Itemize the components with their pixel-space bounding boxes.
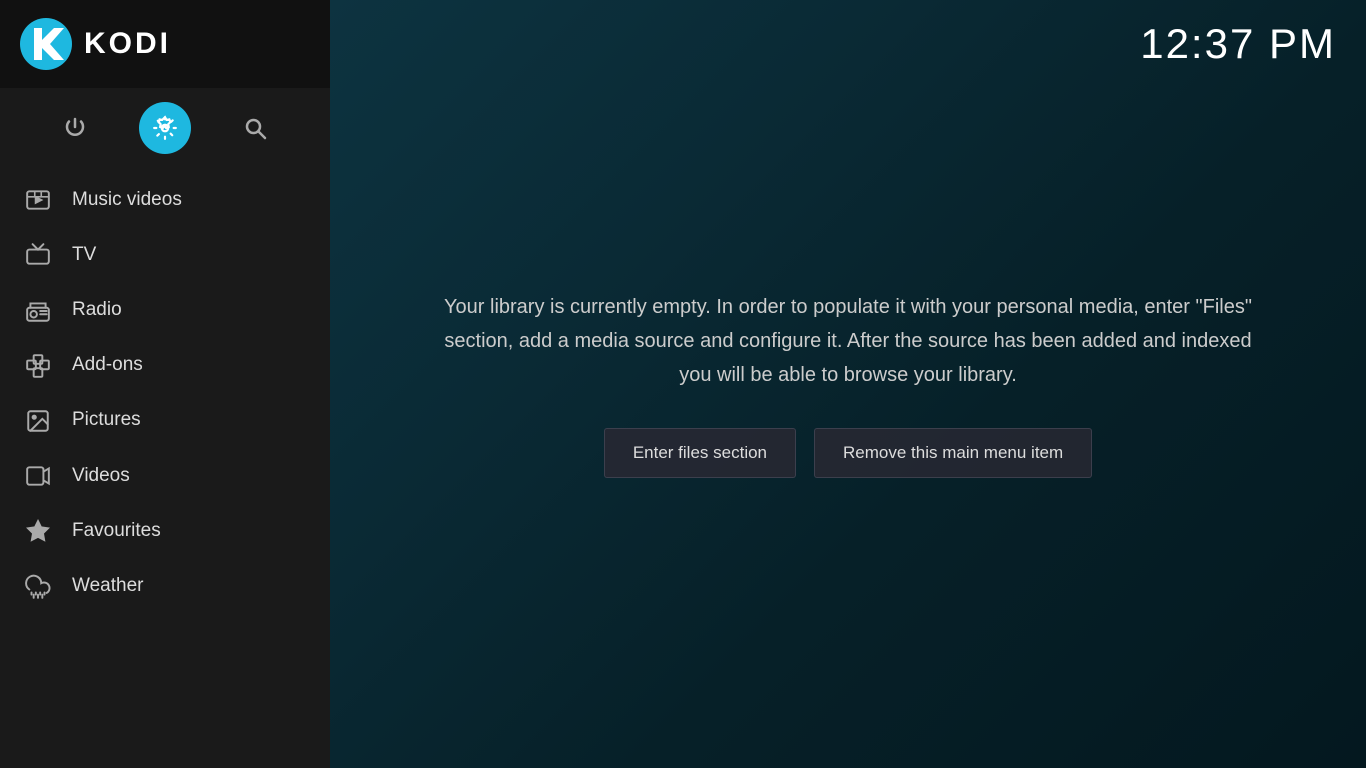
content-area: Your library is currently empty. In orde… (330, 0, 1366, 768)
settings-button[interactable] (139, 102, 191, 154)
empty-library-message: Your library is currently empty. In orde… (438, 290, 1258, 392)
sidebar-label-music-videos: Music videos (72, 189, 182, 211)
control-bar (0, 88, 330, 168)
addon-icon (24, 352, 52, 379)
clock: 12:37 PM (1140, 20, 1336, 68)
sidebar-item-radio[interactable]: Radio (0, 282, 330, 337)
sidebar-label-pictures: Pictures (72, 409, 141, 431)
sidebar-item-music-videos[interactable]: Music videos (0, 172, 330, 227)
sidebar-item-weather[interactable]: Weather (0, 558, 330, 613)
video-icon (24, 462, 52, 489)
enter-files-button[interactable]: Enter files section (604, 428, 796, 478)
app-title: KODI (84, 27, 171, 61)
radio-icon (24, 296, 52, 323)
power-icon (63, 116, 87, 140)
search-icon (243, 116, 267, 140)
power-button[interactable] (49, 102, 101, 154)
remove-menu-item-button[interactable]: Remove this main menu item (814, 428, 1092, 478)
weather-icon (24, 572, 52, 599)
main-nav: Music videos TV Radio (0, 168, 330, 768)
sidebar-label-weather: Weather (72, 575, 143, 597)
sidebar-item-addons[interactable]: Add-ons (0, 338, 330, 393)
sidebar-label-addons: Add-ons (72, 354, 143, 376)
sidebar-item-videos[interactable]: Videos (0, 448, 330, 503)
main-content: 12:37 PM Your library is currently empty… (330, 0, 1366, 768)
sidebar-label-radio: Radio (72, 299, 122, 321)
action-buttons: Enter files section Remove this main men… (604, 428, 1092, 478)
sidebar-item-pictures[interactable]: Pictures (0, 393, 330, 448)
sidebar-item-tv[interactable]: TV (0, 227, 330, 282)
sidebar: KODI (0, 0, 330, 768)
tv-icon (24, 241, 52, 268)
kodi-logo-icon (20, 18, 72, 70)
app-header: KODI (0, 0, 330, 88)
sidebar-label-favourites: Favourites (72, 520, 161, 542)
sidebar-label-tv: TV (72, 244, 96, 266)
gear-icon (152, 115, 178, 141)
picture-icon (24, 407, 52, 434)
music-video-icon (24, 186, 52, 213)
star-icon (24, 517, 52, 544)
search-button[interactable] (229, 102, 281, 154)
sidebar-label-videos: Videos (72, 465, 130, 487)
sidebar-item-favourites[interactable]: Favourites (0, 503, 330, 558)
